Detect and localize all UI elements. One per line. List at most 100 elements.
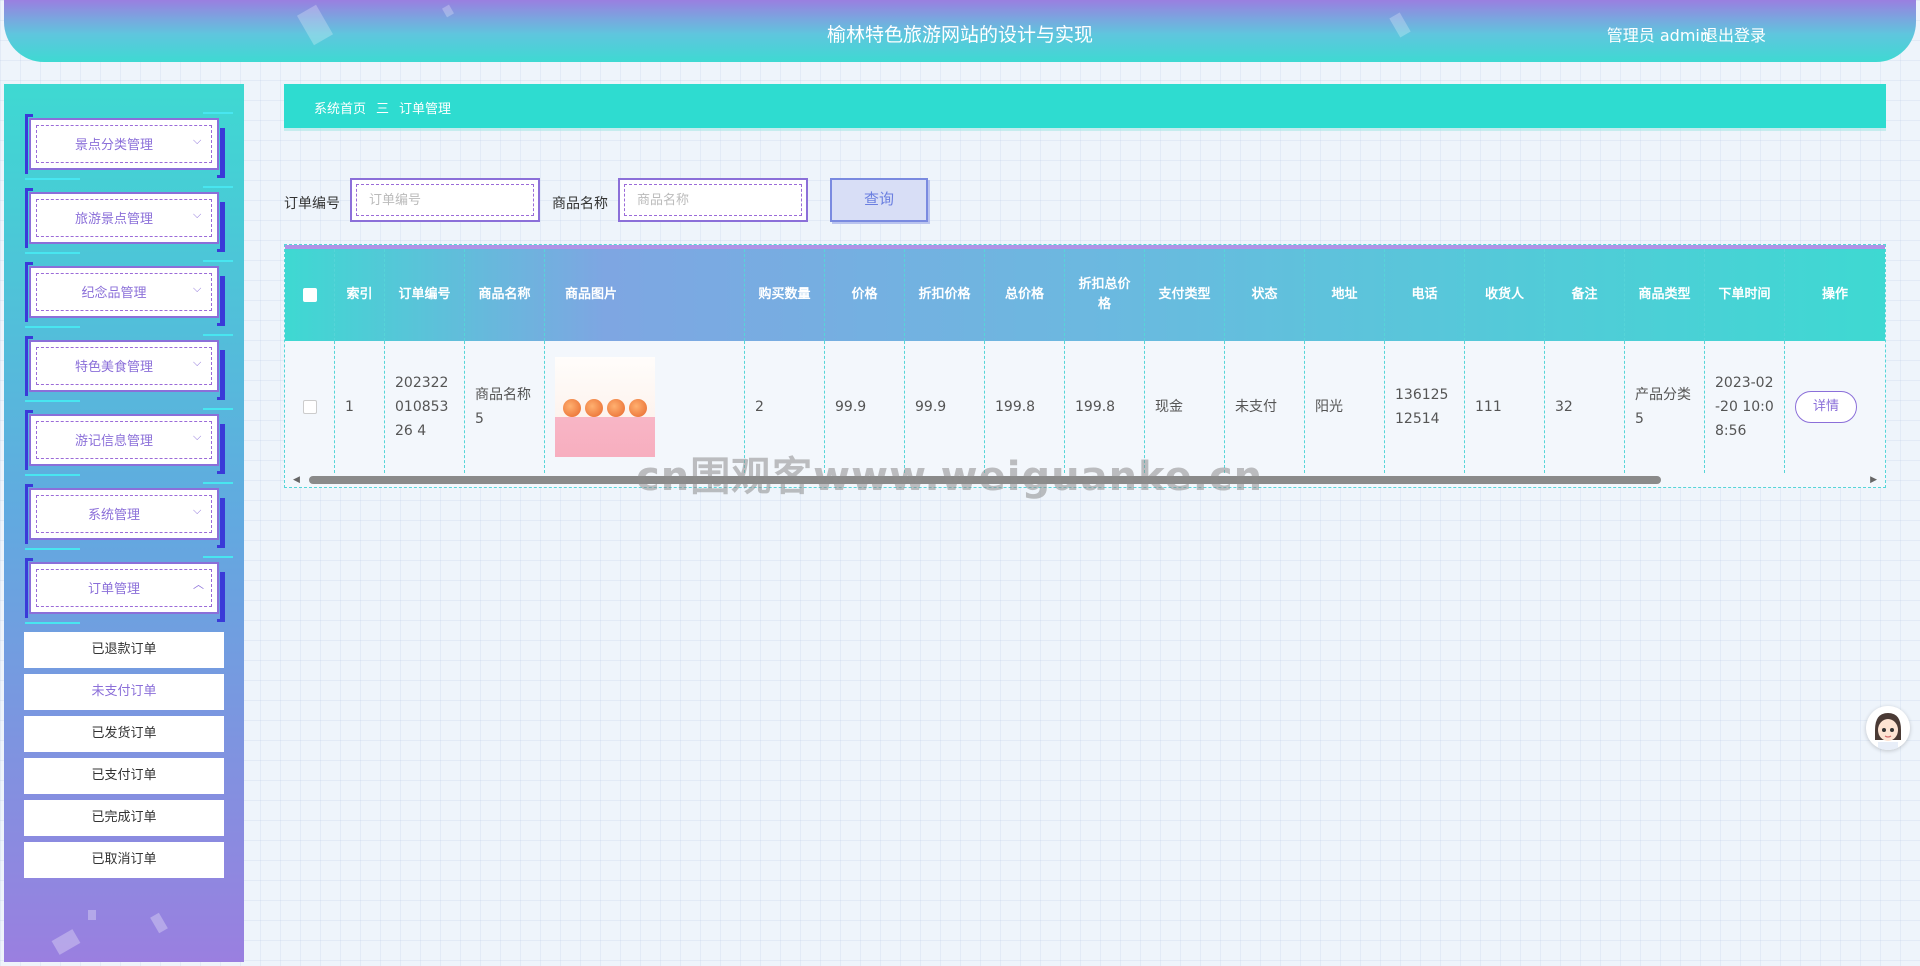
menu-label: 特色美食管理 xyxy=(74,360,153,375)
persimmon-shape xyxy=(563,399,581,417)
row-select-cell xyxy=(285,341,335,473)
menu-accent-line xyxy=(25,178,80,180)
menu-scenic-spot[interactable]: 旅游景点管理 ⌵ xyxy=(25,186,233,254)
header-discount-total: 折扣总价格 xyxy=(1065,249,1145,341)
menu-accent-line xyxy=(25,252,80,254)
assistant-avatar-icon[interactable] xyxy=(1866,706,1910,750)
submenu-shipped-orders[interactable]: 已发货订单 xyxy=(24,716,224,752)
header-price: 价格 xyxy=(825,249,905,341)
menu-accent-line xyxy=(203,408,233,410)
header-remark: 备注 xyxy=(1545,249,1625,341)
cell-product-type: 产品分类5 xyxy=(1625,341,1705,473)
top-header: 榆林特色旅游网站的设计与实现 管理员 admin 退出登录 xyxy=(4,0,1916,62)
persimmon-shape xyxy=(629,399,647,417)
menu-accent-line xyxy=(203,186,233,188)
breadcrumb-separator-icon: 三 xyxy=(376,102,390,117)
current-user: 管理员 admin xyxy=(1606,26,1710,45)
chevron-up-icon: ︿ xyxy=(193,578,204,591)
scroll-left-icon[interactable]: ◀ xyxy=(293,473,300,487)
header-quantity: 购买数量 xyxy=(745,249,825,341)
cell-index: 1 xyxy=(335,341,385,473)
select-all-checkbox[interactable] xyxy=(302,288,317,302)
persimmon-shape xyxy=(607,399,625,417)
order-no-placeholder: 订单编号 xyxy=(356,184,534,216)
sidebar-decoration xyxy=(51,929,81,955)
header-total: 总价格 xyxy=(985,249,1065,341)
menu-label: 游记信息管理 xyxy=(74,434,153,449)
logout-link[interactable]: 退出登录 xyxy=(1702,22,1766,46)
header-receiver: 收货人 xyxy=(1465,249,1545,341)
cell-product-name: 商品名称5 xyxy=(465,341,545,473)
menu-travel-notes[interactable]: 游记信息管理 ⌵ xyxy=(25,408,233,476)
breadcrumb-trail: 系统首页三订单管理 xyxy=(314,98,451,117)
header-decoration xyxy=(442,4,454,18)
submenu-completed-orders[interactable]: 已完成订单 xyxy=(24,800,224,836)
submenu-unpaid-orders[interactable]: 未支付订单 xyxy=(24,674,224,710)
chevron-down-icon: ⌵ xyxy=(193,134,202,147)
submenu-refunded-orders[interactable]: 已退款订单 xyxy=(24,632,224,668)
breadcrumb-current: 订单管理 xyxy=(399,102,452,117)
sidebar: 景点分类管理 ⌵ 旅游景点管理 ⌵ 纪念品管理 ⌵ 特色美食管理 ⌵ 游记信息管… xyxy=(4,84,244,962)
header-action: 操作 xyxy=(1821,287,1848,302)
persimmon-shape xyxy=(585,399,603,417)
menu-accent-line xyxy=(203,556,233,558)
menu-accent-line xyxy=(25,326,80,328)
order-no-input[interactable]: 订单编号 xyxy=(350,178,540,222)
header-select-all xyxy=(285,249,335,341)
menu-orders[interactable]: 订单管理 ︿ xyxy=(25,556,233,624)
submenu-paid-orders[interactable]: 已支付订单 xyxy=(24,758,224,794)
chevron-down-icon: ⌵ xyxy=(193,430,202,443)
product-name-input[interactable]: 商品名称 xyxy=(618,178,808,222)
chevron-down-icon: ⌵ xyxy=(193,282,202,295)
header-phone: 电话 xyxy=(1385,249,1465,341)
header-status: 状态 xyxy=(1225,249,1305,341)
header-discount-price: 折扣价格 xyxy=(905,249,985,341)
sidebar-decoration xyxy=(150,912,168,934)
row-checkbox[interactable] xyxy=(302,400,317,414)
table-header: 索引 订单编号 商品名称 商品图片 购买数量 价格 折扣价格 总价格 折扣总价格… xyxy=(285,245,1885,341)
chevron-down-icon: ⌵ xyxy=(193,504,202,517)
header-pay-type: 支付类型 xyxy=(1145,249,1225,341)
product-image xyxy=(555,357,655,457)
menu-accent-line xyxy=(203,334,233,336)
header-index: 索引 xyxy=(335,249,385,341)
menu-scenic-category[interactable]: 景点分类管理 ⌵ xyxy=(25,112,233,180)
header-order-time: 下单时间 xyxy=(1705,249,1785,341)
product-name-label: 商品名称 xyxy=(552,196,608,212)
menu-accent-line xyxy=(25,474,80,476)
menu-food[interactable]: 特色美食管理 ⌵ xyxy=(25,334,233,402)
menu-accent-line xyxy=(203,260,233,262)
cell-receiver: 111 xyxy=(1465,341,1545,473)
menu-label: 纪念品管理 xyxy=(81,286,147,301)
query-button[interactable]: 查询 xyxy=(830,178,928,222)
menu-system[interactable]: 系统管理 ⌵ xyxy=(25,482,233,550)
menu-accent-line xyxy=(25,548,80,550)
cell-remark: 32 xyxy=(1545,341,1625,473)
menu-label: 景点分类管理 xyxy=(74,138,153,153)
cell-order-no: 20232201085326 4 xyxy=(385,341,465,473)
menu-label: 旅游景点管理 xyxy=(74,212,153,227)
breadcrumb-home[interactable]: 系统首页 xyxy=(314,102,366,117)
order-no-label: 订单编号 xyxy=(284,196,340,212)
cell-order-time: 2023-02-20 10:08:56 xyxy=(1705,341,1785,473)
product-name-placeholder: 商品名称 xyxy=(624,184,802,216)
cell-action: 详情 xyxy=(1785,341,1885,473)
sidebar-decoration xyxy=(88,910,96,920)
detail-button[interactable]: 详情 xyxy=(1795,391,1857,423)
chevron-down-icon: ⌵ xyxy=(193,208,202,221)
menu-accent-line xyxy=(203,112,233,114)
menu-label: 订单管理 xyxy=(87,582,140,597)
scroll-right-icon[interactable]: ▶ xyxy=(1870,473,1877,487)
header-product-name: 商品名称 xyxy=(465,249,545,341)
menu-souvenir[interactable]: 纪念品管理 ⌵ xyxy=(25,260,233,328)
watermark: cn围观客www.weiguanke.cn xyxy=(636,454,1264,500)
submenu-cancelled-orders[interactable]: 已取消订单 xyxy=(24,842,224,878)
menu-accent-line xyxy=(25,400,80,402)
header-address: 地址 xyxy=(1305,249,1385,341)
cell-phone: 13612512514 xyxy=(1385,341,1465,473)
menu-accent-line xyxy=(25,622,80,624)
menu-label: 系统管理 xyxy=(87,508,140,523)
header-order-no: 订单编号 xyxy=(385,249,465,341)
header-product-type: 商品类型 xyxy=(1625,249,1705,341)
menu-accent-line xyxy=(203,482,233,484)
